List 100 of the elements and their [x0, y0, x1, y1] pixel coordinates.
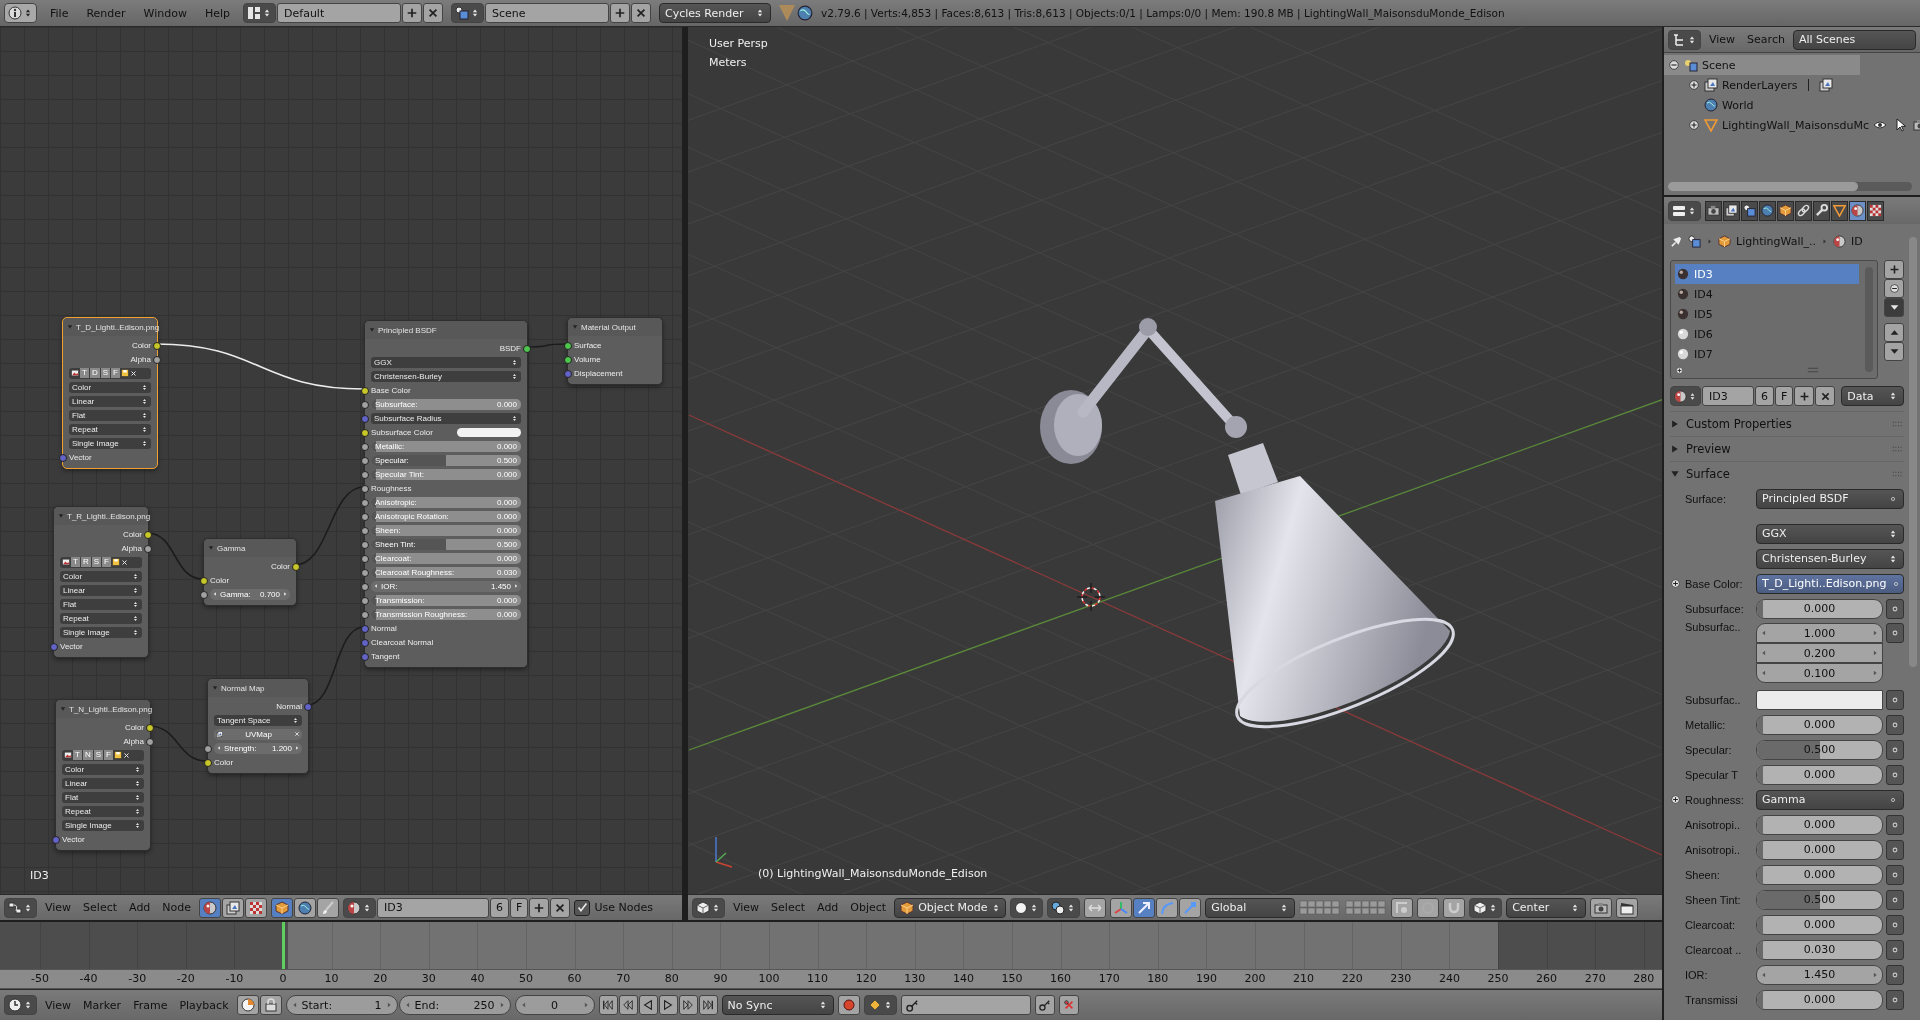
scene-field[interactable]: Scene — [485, 3, 610, 23]
number-field[interactable]: IOR: 1.450 — [371, 580, 521, 592]
image-option-button[interactable]: F — [111, 368, 120, 378]
node-dropdown[interactable]: Flat — [69, 409, 151, 421]
property-slider[interactable]: 0.000 — [1756, 989, 1883, 1010]
menu-item[interactable]: View — [41, 998, 76, 1012]
link-dropdown[interactable]: Data — [1841, 386, 1904, 406]
node-slider[interactable]: Sheen Tint: 0.500 — [371, 538, 521, 550]
node-slider[interactable]: Subsurface: 0.000 — [371, 398, 521, 410]
menu-item[interactable]: Object — [846, 901, 891, 914]
pivot-dropdown[interactable]: Center — [1506, 897, 1587, 918]
node-dropdown[interactable]: Color — [69, 381, 151, 393]
user-count[interactable]: 6 — [490, 897, 510, 918]
node-dropdown[interactable]: Color — [60, 570, 142, 582]
menu-item[interactable]: Render — [81, 6, 131, 20]
menu-item[interactable]: Marker — [79, 998, 126, 1012]
menu-item[interactable]: View — [729, 901, 764, 914]
material-slot[interactable]: ID6 — [1675, 324, 1859, 344]
image-option-button[interactable]: F — [104, 750, 113, 760]
node-slider[interactable]: Anisotropic: 0.000 — [371, 496, 521, 508]
number-field[interactable]: Gamma: 0.700 — [210, 588, 290, 600]
node-dropdown[interactable]: Single Image — [60, 626, 142, 638]
node-dropdown[interactable]: Tangent Space — [214, 714, 302, 726]
node-dropdown[interactable]: Linear — [69, 395, 151, 407]
render-engine-dropdown[interactable]: Cycles Render — [659, 3, 772, 23]
linked-input-button[interactable]: T_D_Lighti..Edison.png — [1756, 573, 1904, 594]
image-option-button[interactable]: S — [93, 750, 103, 760]
shader-node[interactable]: Gamma Color Color Gamma: 0.700 — [203, 538, 297, 606]
image-option-button[interactable]: R — [80, 557, 91, 567]
mode-dropdown[interactable]: Object Mode — [894, 897, 1007, 918]
node-dropdown[interactable]: Repeat — [69, 423, 151, 435]
node-dropdown[interactable]: Linear — [62, 777, 144, 789]
menu-item[interactable]: Window — [138, 6, 192, 20]
fake-user-toggle[interactable]: F — [1775, 386, 1794, 406]
outliner-row[interactable]: LightingWall_MaisonsduMc — [1664, 115, 1920, 135]
property-dropdown[interactable]: Christensen-Burley — [1756, 548, 1904, 569]
image-option-button[interactable]: N — [82, 750, 93, 760]
menu-item[interactable]: View — [1705, 33, 1740, 46]
node-dropdown[interactable]: Single Image — [69, 437, 151, 449]
orientation-dropdown[interactable]: Global — [1205, 897, 1296, 918]
menu-item[interactable]: Frame — [129, 998, 172, 1012]
property-slider[interactable]: 0.000 — [1756, 814, 1883, 835]
node-slider[interactable]: Anisotropic Rotation: 0.000 — [371, 510, 521, 522]
node-dropdown[interactable]: Subsurface Radius — [371, 412, 521, 424]
node-slider[interactable]: Specular: 0.500 — [371, 454, 521, 466]
property-dropdown[interactable]: Principled BSDF — [1756, 488, 1904, 509]
menu-item[interactable]: Select — [79, 901, 122, 914]
shader-node[interactable]: Normal Map Normal Tangent Space UVMap Strength: 1.200 Color — [207, 678, 309, 774]
image-option-button[interactable]: S — [91, 557, 101, 567]
user-count[interactable]: 6 — [1755, 386, 1774, 406]
menu-item[interactable]: Search — [1743, 33, 1789, 46]
material-name-field[interactable]: ID3 — [377, 897, 490, 918]
node-slider[interactable]: Specular Tint: 0.000 — [371, 468, 521, 480]
node-slider[interactable]: Transmission: 0.000 — [371, 594, 521, 606]
node-slider[interactable]: Sheen: 0.000 — [371, 524, 521, 536]
node-dropdown[interactable]: Flat — [62, 791, 144, 803]
shader-node[interactable]: T_R_Lighti..Edison.png Color Alpha T R S F Color Linear Flat Repeat Single Image Vector — [53, 506, 149, 658]
node-dropdown[interactable]: Single Image — [62, 819, 144, 831]
node-slider[interactable]: Clearcoat Roughness: 0.030 — [371, 566, 521, 578]
property-slider[interactable]: 0.000 — [1756, 764, 1883, 785]
property-slider[interactable]: 0.000 — [1756, 598, 1883, 619]
number-field[interactable]: Strength: 1.200 — [214, 742, 302, 754]
layout-field[interactable]: Default — [277, 3, 402, 23]
outliner-row[interactable]: World — [1664, 95, 1920, 115]
node-dropdown[interactable]: Flat — [60, 598, 142, 610]
property-slider[interactable]: 0.030 — [1756, 939, 1883, 960]
image-option-button[interactable]: T — [80, 368, 89, 378]
start-frame-field[interactable]: Start: 1 — [285, 995, 398, 1015]
image-option-button[interactable]: F — [102, 557, 111, 567]
menu-item[interactable]: Help — [199, 6, 236, 20]
fake-user-toggle[interactable]: F — [510, 897, 529, 918]
property-slider[interactable]: 0.000 — [1756, 839, 1883, 860]
image-option-button[interactable]: T — [71, 557, 80, 567]
number-field[interactable]: 0.100 — [1756, 663, 1883, 683]
shader-node[interactable]: Material Output Surface Volume Displacement — [567, 317, 663, 385]
node-dropdown[interactable]: GGX — [371, 356, 521, 368]
node-dropdown[interactable]: Christensen-Burley — [371, 370, 521, 382]
node-slider[interactable]: Transmission Roughness: 0.000 — [371, 608, 521, 620]
menu-item[interactable]: Add — [813, 901, 843, 914]
node-slider[interactable]: Clearcoat: 0.000 — [371, 552, 521, 564]
panel-header[interactable]: Surface — [1670, 461, 1904, 486]
number-field[interactable]: 1.450 — [1756, 964, 1883, 985]
node-dropdown[interactable]: Linear — [60, 584, 142, 596]
material-slot[interactable]: ID7 — [1675, 344, 1859, 364]
panel-header[interactable]: Custom Properties — [1670, 411, 1904, 436]
display-mode-dropdown[interactable]: All Scenes — [1792, 29, 1916, 50]
menu-item[interactable]: View — [41, 901, 76, 914]
panel-header[interactable]: Preview — [1670, 436, 1904, 461]
node-slider[interactable]: Metallic: 0.000 — [371, 440, 521, 452]
sync-dropdown[interactable]: No Sync — [721, 995, 834, 1015]
node-dropdown[interactable]: Repeat — [60, 612, 142, 624]
node-dropdown[interactable]: Repeat — [62, 805, 144, 817]
menu-item[interactable]: Add — [125, 901, 155, 914]
property-slider[interactable]: 0.000 — [1756, 714, 1883, 735]
material-slot[interactable]: ID5 — [1675, 304, 1859, 324]
number-field[interactable]: 0.200 — [1756, 643, 1883, 663]
material-slot[interactable]: ID4 — [1675, 284, 1859, 304]
material-name-field[interactable]: ID3 — [1702, 386, 1754, 406]
property-slider[interactable]: 0.000 — [1756, 914, 1883, 935]
end-frame-field[interactable]: End: 250 — [398, 995, 511, 1015]
